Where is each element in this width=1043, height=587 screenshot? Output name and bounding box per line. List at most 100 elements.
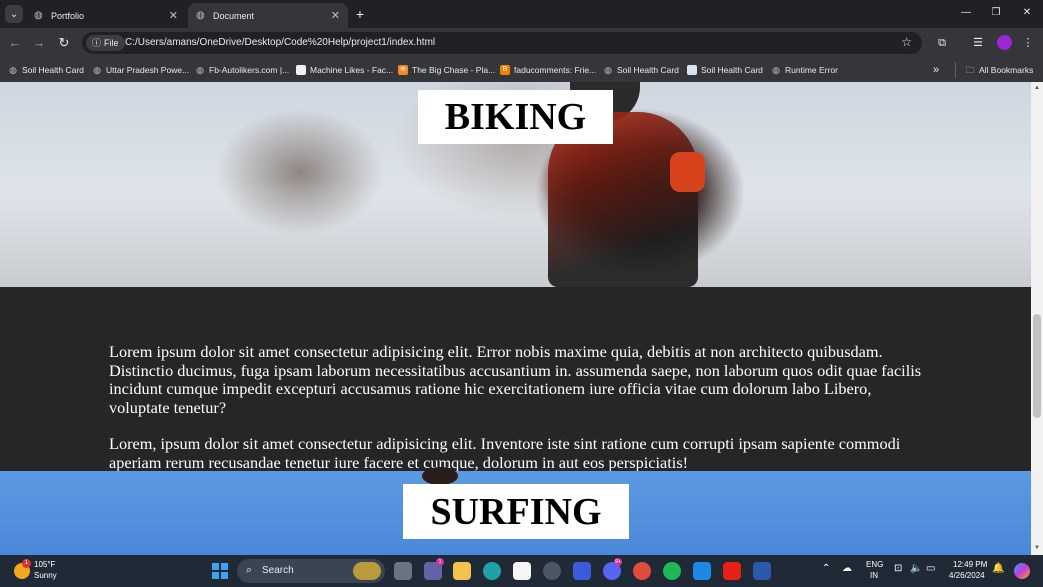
new-tab-button[interactable]: + (352, 5, 368, 23)
bookmark-label: faducomments: Frie... (514, 65, 597, 75)
menu-kebab-icon[interactable]: ⋮ (1020, 35, 1036, 51)
chevron-up-icon[interactable]: ⌃ (822, 563, 830, 574)
github-icon[interactable] (543, 562, 561, 580)
close-tab-icon[interactable]: ✕ (331, 9, 340, 22)
bookmark-item[interactable]: ◍ Fb-Autolikers.com |... (195, 62, 289, 78)
battery-icon[interactable]: ▭ (926, 563, 935, 574)
bookmark-item[interactable]: ≋ The Big Chase - Pla... (398, 62, 495, 78)
forward-arrow-icon[interactable]: → (30, 34, 48, 52)
close-window-button[interactable]: ✕ (1019, 5, 1035, 21)
volume-icon[interactable]: 🔈 (910, 563, 922, 574)
address-bar[interactable]: ⓘ File C:/Users/amans/OneDrive/Desktop/C… (82, 32, 922, 54)
surfing-title: SURFING (403, 484, 629, 539)
paragraph: Lorem ipsum dolor sit amet consectetur a… (109, 342, 922, 417)
bookmark-item[interactable]: ◍ Soil Health Card (603, 62, 679, 78)
bookmark-label: Soil Health Card (701, 65, 763, 75)
surfer-shape (422, 467, 458, 485)
folder-icon: 🗀 (965, 65, 975, 75)
paragraph: Lorem, ipsum dolor sit amet consectetur … (109, 434, 901, 472)
youtube-icon[interactable] (723, 562, 741, 580)
store-icon[interactable] (513, 562, 531, 580)
file-explorer-icon[interactable] (453, 562, 471, 580)
close-tab-icon[interactable]: ✕ (169, 9, 178, 22)
notification-bell-icon[interactable]: 🔔 (992, 563, 1004, 574)
page-icon (296, 65, 306, 75)
discord-badge: 9+ (614, 558, 622, 566)
region-indicator: IN (870, 571, 878, 580)
scroll-down-arrow-icon[interactable]: ▼ (1033, 544, 1041, 552)
tab-title: Portfolio (51, 10, 85, 21)
all-bookmarks-label: All Bookmarks (979, 65, 1034, 75)
windows-start-icon[interactable] (212, 563, 228, 579)
reading-list-icon[interactable]: ☰ (970, 35, 986, 51)
language-indicator[interactable]: ENG (866, 560, 883, 569)
browser-toolbar: ← → ↻ ⓘ File C:/Users/amans/OneDrive/Des… (0, 28, 1043, 58)
biking-hero-image: BIKING (0, 82, 1031, 287)
bookmarks-bar: ◍ Soil Health Card ◍ Uttar Pradesh Powe...… (0, 58, 1043, 82)
surfing-hero-image: SURFING (0, 467, 1031, 555)
cloud-icon[interactable]: ☁ (842, 563, 852, 574)
globe-icon: ◍ (9, 65, 17, 75)
profile-avatar[interactable] (997, 35, 1012, 50)
bookmark-label: Soil Health Card (617, 65, 679, 75)
search-label: Search (262, 565, 294, 576)
reload-icon[interactable]: ↻ (55, 34, 73, 52)
all-bookmarks-folder[interactable]: 🗀 All Bookmarks (965, 62, 1033, 78)
bookmark-star-icon[interactable]: ☆ (901, 35, 912, 49)
article-section: Lorem ipsum dolor sit amet consectetur a… (0, 287, 1031, 473)
copilot-icon[interactable] (1014, 563, 1030, 579)
teams-badge: 1 (436, 558, 444, 566)
divider (955, 62, 956, 78)
info-icon: ⓘ (92, 38, 102, 48)
app-icon[interactable] (573, 562, 591, 580)
tab-document[interactable]: ◍ Document ✕ (188, 3, 348, 28)
tab-title: Document (213, 10, 255, 21)
bookmark-label: Runtime Error (785, 65, 838, 75)
back-arrow-icon[interactable]: ← (6, 34, 24, 52)
spotify-icon[interactable] (663, 562, 681, 580)
search-highlight-image (353, 562, 381, 580)
minimize-button[interactable]: — (958, 5, 974, 21)
url-text[interactable]: C:/Users/amans/OneDrive/Desktop/Code%20H… (125, 32, 435, 54)
biking-title: BIKING (418, 90, 613, 144)
globe-icon: ◍ (772, 65, 780, 75)
search-icon: ⌕ (246, 564, 253, 576)
task-view-icon[interactable] (394, 562, 412, 580)
bookmark-item[interactable]: ◍ Soil Health Card (8, 62, 84, 78)
scroll-up-arrow-icon[interactable]: ▲ (1033, 84, 1041, 92)
rss-icon: ≋ (398, 65, 408, 75)
bookmark-label: Uttar Pradesh Powe... (106, 65, 190, 75)
tab-portfolio[interactable]: ◍ Portfolio ✕ (26, 3, 186, 28)
globe-icon: ◍ (93, 65, 101, 75)
bookmark-item[interactable]: Machine Likes - Fac... (296, 62, 393, 78)
blogger-icon: B (500, 65, 510, 75)
more-bookmarks-chevron-icon[interactable]: » (933, 62, 939, 78)
bookmark-label: Soil Health Card (22, 65, 84, 75)
bookmark-item[interactable]: ◍ Runtime Error (771, 62, 838, 78)
bookmark-item[interactable]: ◍ Uttar Pradesh Powe... (92, 62, 189, 78)
restore-button[interactable]: ❐ (988, 5, 1004, 21)
extensions-icon[interactable]: ⧉ (934, 35, 950, 51)
page-scrollbar[interactable]: ▲ ▼ (1031, 82, 1043, 555)
scrollbar-thumb[interactable] (1033, 314, 1041, 418)
site-info-chip[interactable]: ⓘ File (86, 35, 125, 51)
tab-search-chevron-down-icon[interactable]: ⌄ (5, 5, 23, 23)
bookmark-item[interactable]: Bfaducomments: Frie... (500, 62, 596, 78)
taskbar-search[interactable]: ⌕ Search (237, 559, 385, 583)
globe-icon: ◍ (196, 65, 204, 75)
page-viewport: BIKING Lorem ipsum dolor sit amet consec… (0, 82, 1031, 555)
vscode-icon[interactable] (693, 562, 711, 580)
chrome-icon[interactable] (633, 562, 651, 580)
bookmark-label: Machine Likes - Fac... (310, 65, 394, 75)
clock-time[interactable]: 12:49 PM (953, 560, 987, 569)
network-icon[interactable]: ⊡ (894, 563, 902, 574)
weather-temp[interactable]: 105°F (34, 560, 55, 569)
bookmark-label: Fb-Autolikers.com |... (209, 65, 290, 75)
weather-condition: Sunny (34, 571, 57, 580)
edge-icon[interactable] (483, 562, 501, 580)
globe-icon: ◍ (196, 10, 205, 21)
bookmark-item[interactable]: Soil Health Card (687, 62, 763, 78)
doc-icon (687, 65, 697, 75)
word-icon[interactable] (753, 562, 771, 580)
tab-strip: ⌄ ◍ Portfolio ✕ ◍ Document ✕ + — ❐ ✕ (0, 0, 1043, 28)
